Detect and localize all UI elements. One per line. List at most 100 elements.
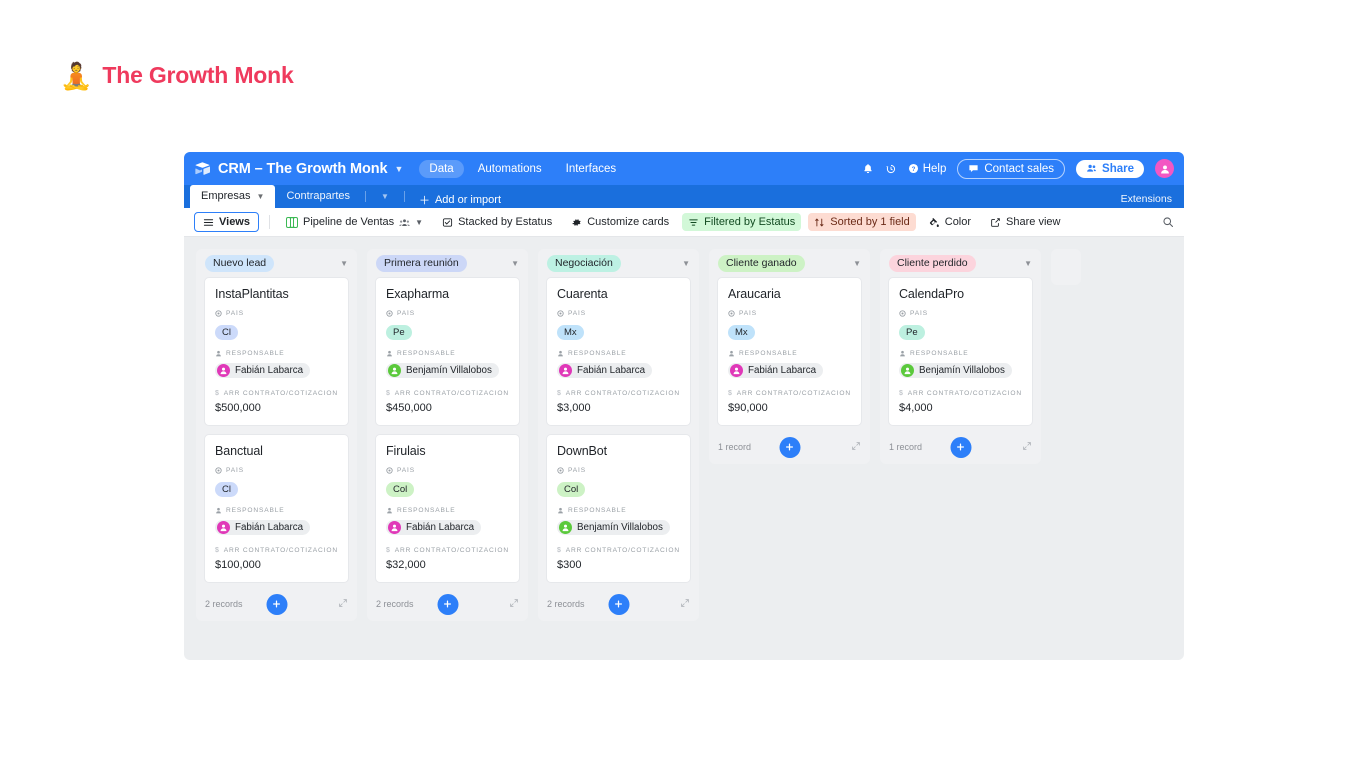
- svg-text:?: ?: [911, 166, 915, 173]
- field-pais: PAÍS Cl: [215, 310, 338, 340]
- column-menu-chevron-down-icon[interactable]: ▼: [682, 259, 690, 268]
- add-or-import-button[interactable]: ＋ Add or import: [409, 192, 511, 208]
- field-arr: $ARR CONTRATO/COTIZACIÓN EN U… $100,000: [215, 547, 338, 571]
- record-card[interactable]: Araucaria PAÍS Mx RESPONSABLE Fabián Lab…: [717, 277, 862, 426]
- field-label-responsable: RESPONSABLE: [557, 350, 680, 357]
- responsable-chip: Fabián Labarca: [728, 363, 824, 378]
- field-label-responsable: RESPONSABLE: [386, 350, 509, 357]
- arr-label-text: ARR CONTRATO/COTIZACIÓN EN U…: [394, 390, 509, 397]
- column-footer: 1 record: [880, 430, 1041, 464]
- add-record-button[interactable]: [266, 593, 287, 615]
- pais-tag: Cl: [215, 482, 238, 497]
- kanban-column: Negociación ▼ Cuarenta PAÍS Mx RESPONSAB…: [538, 249, 699, 621]
- add-record-button[interactable]: [950, 436, 971, 458]
- record-card[interactable]: Banctual PAÍS Cl RESPONSABLE Fabián Laba…: [204, 434, 349, 583]
- plus-icon: ＋: [418, 195, 430, 207]
- chevron-down-icon[interactable]: ▼: [257, 185, 265, 208]
- table-tabbar: Empresas ▼ Contrapartes ▼ ＋ Add or impor…: [184, 185, 1184, 208]
- share-button[interactable]: Share: [1076, 159, 1144, 178]
- arr-label-text: ARR CONTRATO/COTIZACIÓN EN U…: [565, 390, 680, 397]
- pais-tag: Pe: [899, 325, 925, 340]
- tab-list-dropdown[interactable]: ▼: [370, 185, 400, 208]
- sort-icon: [815, 218, 824, 226]
- expand-column-icon[interactable]: [680, 595, 690, 613]
- expand-column-icon[interactable]: [851, 438, 861, 456]
- customize-cards-button[interactable]: Customize cards: [565, 213, 675, 231]
- responsable-name: Benjamín Villalobos: [406, 365, 492, 376]
- field-label-arr: $ARR CONTRATO/COTIZACIÓN EN U…: [215, 390, 338, 397]
- topnav-item-data[interactable]: Data: [419, 159, 464, 178]
- pais-label-text: PAÍS: [226, 467, 244, 474]
- record-card[interactable]: CalendaPro PAÍS Pe RESPONSABLE Benjamín …: [888, 277, 1033, 426]
- sort-button[interactable]: Sorted by 1 field: [808, 213, 916, 231]
- field-label-pais: PAÍS: [215, 310, 338, 317]
- field-pais: PAÍS Mx: [557, 310, 680, 340]
- filter-button[interactable]: Filtered by Estatus: [682, 213, 802, 231]
- expand-column-icon[interactable]: [1022, 438, 1032, 456]
- single-select-icon: [215, 467, 222, 474]
- field-label-arr: $ARR CONTRATO/COTIZACIÓN EN U…: [557, 390, 680, 397]
- field-label-pais: PAÍS: [386, 310, 509, 317]
- field-arr: $ARR CONTRATO/COTIZACIÓN EN U… $4,000: [899, 390, 1022, 414]
- app-title-chevron-down-icon[interactable]: ▼: [394, 164, 403, 174]
- arr-value: $100,000: [215, 559, 261, 571]
- responsable-label-text: RESPONSABLE: [226, 350, 285, 357]
- responsable-label-text: RESPONSABLE: [397, 350, 456, 357]
- person-avatar-icon: [559, 521, 572, 534]
- add-record-button[interactable]: [608, 593, 629, 615]
- stacked-by-label: Stacked by Estatus: [458, 216, 553, 228]
- field-label-pais: PAÍS: [557, 310, 680, 317]
- field-arr: $ARR CONTRATO/COTIZACIÓN EN U… $90,000: [728, 390, 851, 414]
- stacked-by-button[interactable]: Stacked by Estatus: [436, 213, 558, 231]
- add-record-button[interactable]: [779, 436, 800, 458]
- column-badge: Nuevo lead: [205, 254, 275, 272]
- column-footer: 2 records: [196, 587, 357, 621]
- tab-contrapartes[interactable]: Contrapartes: [275, 185, 361, 208]
- bell-icon[interactable]: [862, 163, 874, 175]
- extensions-button[interactable]: Extensions: [1121, 193, 1172, 205]
- color-button[interactable]: Color: [923, 213, 977, 231]
- avatar[interactable]: [1155, 159, 1174, 178]
- field-label-responsable: RESPONSABLE: [557, 507, 680, 514]
- views-button[interactable]: Views: [194, 212, 259, 232]
- responsable-chip: Fabián Labarca: [557, 363, 653, 378]
- arr-label-text: ARR CONTRATO/COTIZACIÓN EN U…: [907, 390, 1022, 397]
- pais-label-text: PAÍS: [397, 467, 415, 474]
- record-card[interactable]: Firulais PAÍS Col RESPONSABLE Fabián Lab…: [375, 434, 520, 583]
- responsable-name: Fabián Labarca: [748, 365, 817, 376]
- record-card[interactable]: DownBot PAÍS Col RESPONSABLE Benjamín Vi…: [546, 434, 691, 583]
- kanban-board: Nuevo lead ▼ InstaPlantitas PAÍS Cl RESP…: [184, 237, 1184, 660]
- history-icon[interactable]: [885, 163, 897, 175]
- pais-label-text: PAÍS: [397, 310, 415, 317]
- chevron-down-icon[interactable]: ▼: [415, 218, 423, 227]
- expand-column-icon[interactable]: [338, 595, 348, 613]
- pais-tag: Col: [386, 482, 415, 497]
- person-avatar-icon: [388, 521, 401, 534]
- record-card[interactable]: Exapharma PAÍS Pe RESPONSABLE Benjamín V…: [375, 277, 520, 426]
- record-card[interactable]: InstaPlantitas PAÍS Cl RESPONSABLE Fabiá…: [204, 277, 349, 426]
- airtable-app-window: CRM – The Growth Monk ▼ Data Automations…: [184, 152, 1184, 660]
- field-label-responsable: RESPONSABLE: [215, 507, 338, 514]
- tab-empresas[interactable]: Empresas ▼: [190, 185, 276, 208]
- help-button[interactable]: ? Help: [908, 163, 946, 175]
- topbar-actions: ? Help Contact sales Share: [862, 158, 1174, 179]
- search-button[interactable]: [1162, 216, 1174, 228]
- contact-sales-button[interactable]: Contact sales: [957, 158, 1066, 179]
- expand-column-icon[interactable]: [509, 595, 519, 613]
- search-icon: [1163, 217, 1174, 228]
- topnav-item-interfaces[interactable]: Interfaces: [556, 160, 627, 178]
- column-cards: InstaPlantitas PAÍS Cl RESPONSABLE Fabiá…: [196, 277, 357, 583]
- share-view-button[interactable]: Share view: [984, 213, 1066, 231]
- app-title: CRM – The Growth Monk: [218, 160, 388, 177]
- column-menu-chevron-down-icon[interactable]: ▼: [1024, 259, 1032, 268]
- column-menu-chevron-down-icon[interactable]: ▼: [853, 259, 861, 268]
- view-name-button[interactable]: Pipeline de Ventas ▼: [280, 213, 429, 231]
- pais-tag: Cl: [215, 325, 238, 340]
- people-icon: [1087, 164, 1096, 172]
- column-menu-chevron-down-icon[interactable]: ▼: [340, 259, 348, 268]
- topnav-item-automations[interactable]: Automations: [468, 160, 552, 178]
- add-record-button[interactable]: [437, 593, 458, 615]
- column-menu-chevron-down-icon[interactable]: ▼: [511, 259, 519, 268]
- single-select-icon: [899, 310, 906, 317]
- record-card[interactable]: Cuarenta PAÍS Mx RESPONSABLE Fabián Laba…: [546, 277, 691, 426]
